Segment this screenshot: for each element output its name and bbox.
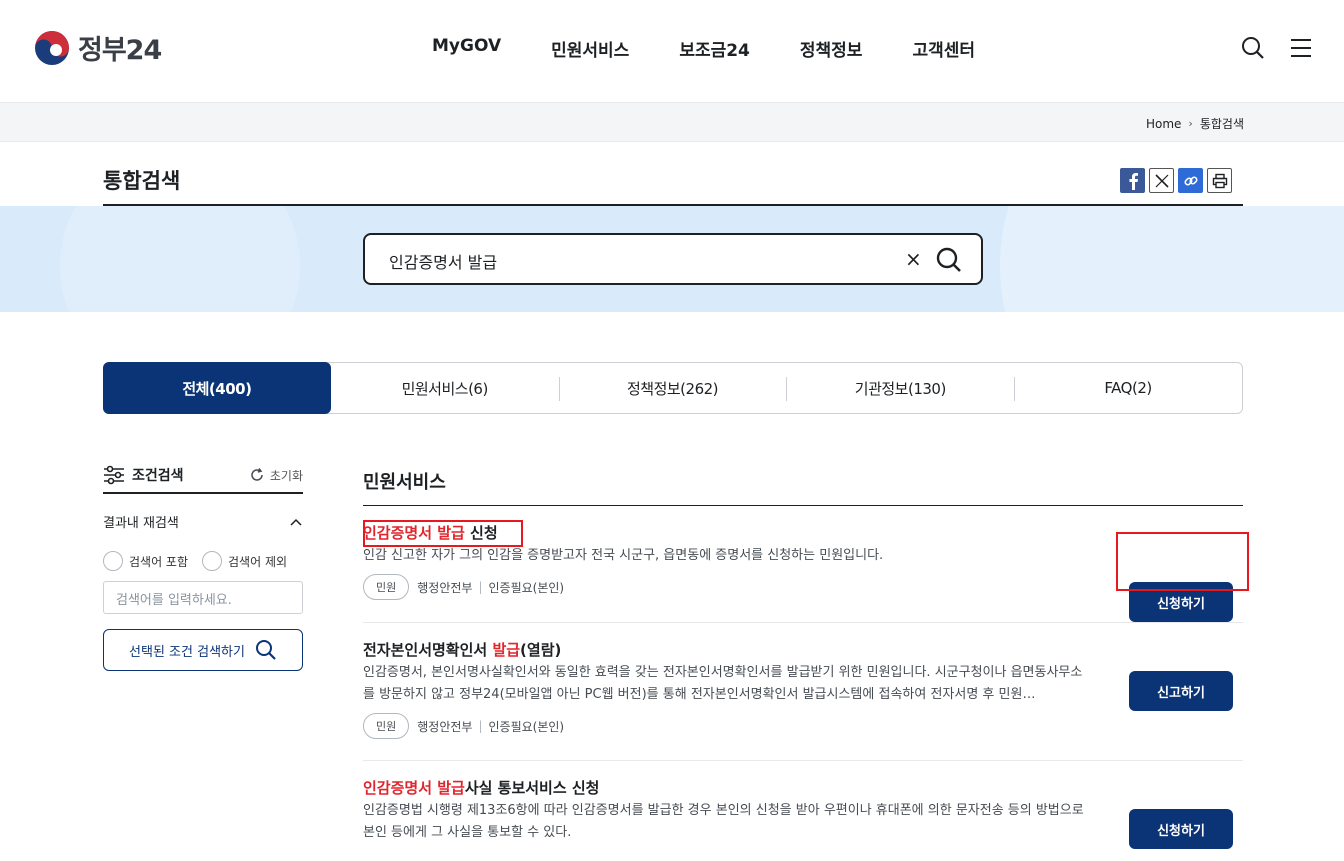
x-icon[interactable]: [1149, 168, 1174, 193]
tab-all[interactable]: 전체(400): [103, 362, 331, 414]
report-button[interactable]: 신고하기: [1129, 671, 1233, 711]
radio-circle: [103, 551, 123, 571]
filter-header: 조건검색 초기화: [103, 465, 303, 494]
result-tags: 민원 행정안전부 | 인증필요(본인): [363, 713, 1243, 739]
breadcrumb-current: 통합검색: [1199, 117, 1244, 131]
filter-title: 조건검색: [103, 465, 184, 485]
filter-panel: 조건검색 초기화 결과내 재검색 검색어 포함 검색어 제외 검색어를 입력하세…: [103, 465, 303, 671]
apply-filter-label: 선택된 조건 검색하기: [129, 644, 245, 660]
result-tags: 민원 행정안전부 | 인증필요(본인): [363, 574, 1243, 600]
decor-circle: [1000, 206, 1344, 312]
result-description: 인감 신고한 자가 그의 인감을 증명받고자 전국 시군구, 읍면동에 증명서를…: [363, 548, 884, 563]
link-icon[interactable]: [1178, 168, 1203, 193]
taegeuk-logo-icon: [34, 30, 70, 66]
result-item: 전자본인서명확인서 발급(열람) 인감증명서, 본인서명사실확인서와 동일한 효…: [363, 623, 1243, 761]
filter-title-label: 조건검색: [132, 468, 184, 484]
search-query: 인감증명서 발급: [389, 253, 498, 272]
refresh-icon: [251, 468, 263, 481]
category-badge: 민원: [363, 574, 410, 600]
highlight-box: [1116, 532, 1249, 591]
auth-requirement: 인증필요(본인): [488, 719, 565, 734]
search-button-icon[interactable]: [935, 246, 963, 274]
nav-mygov[interactable]: MyGOV: [432, 36, 501, 61]
nav-policy[interactable]: 정책정보: [800, 36, 863, 61]
section-title: 민원서비스: [363, 468, 1243, 506]
result-title-text: 사실 통보서비스 신청: [464, 779, 600, 797]
auth-requirement: 인증필요(본인): [488, 580, 565, 595]
divider: |: [478, 719, 483, 733]
page-title: 통합검색: [103, 169, 181, 193]
result-title[interactable]: 전자본인서명확인서 발급(열람): [363, 639, 1243, 660]
radio-include-label: 검색어 포함: [129, 554, 189, 569]
radio-circle: [202, 551, 223, 571]
share-tools: [1120, 168, 1232, 193]
chevron-right-icon: ›: [1188, 117, 1193, 130]
result-title-highlight: 인감증명서 발급: [363, 779, 465, 797]
result-item: 인감증명서 발급사실 통보서비스 신청 인감증명법 시행령 제13조6항에 따라…: [363, 761, 1243, 861]
org-name: 행정안전부: [417, 580, 473, 595]
result-title-text: 전자본인서명확인서: [363, 641, 493, 659]
result-title[interactable]: 인감증명서 발급사실 통보서비스 신청: [363, 777, 1243, 798]
reset-label: 초기화: [269, 468, 303, 483]
radio-exclude[interactable]: 검색어 제외: [202, 551, 287, 571]
decor-circle: [60, 206, 300, 312]
apply-filter-button[interactable]: 선택된 조건 검색하기: [103, 629, 303, 671]
highlight-box: [363, 520, 523, 547]
breadcrumb-bar: Home › 통합검색: [0, 102, 1344, 142]
apply-button[interactable]: 신청하기: [1129, 809, 1233, 849]
org-name: 행정안전부: [417, 719, 473, 734]
search-icon[interactable]: [1241, 36, 1265, 60]
menu-icon[interactable]: [1289, 36, 1313, 60]
radio-include[interactable]: 검색어 포함: [103, 551, 188, 571]
result-description: 인감증명법 시행령 제13조6항에 따라 인감증명서를 발급한 경우 본인의 신…: [363, 803, 1084, 840]
nav-civil-service[interactable]: 민원서비스: [551, 36, 629, 61]
tab-faq[interactable]: FAQ(2): [1014, 363, 1242, 413]
main-nav: MyGOV 민원서비스 보조금24 정책정보 고객센터: [432, 36, 1025, 61]
print-icon[interactable]: [1207, 168, 1232, 193]
breadcrumb: Home › 통합검색: [1146, 115, 1244, 132]
sliders-icon: [104, 465, 124, 485]
result-tabs: 전체(400) 민원서비스(6) 정책정보(262) 기관정보(130) FAQ…: [103, 362, 1243, 414]
refine-keyword-input[interactable]: 검색어를 입력하세요.: [103, 581, 303, 614]
logo[interactable]: 정부24: [34, 28, 162, 67]
result-description: 인감증명서, 본인서명사실확인서와 동일한 효력을 갖는 전자본인서명확인서를 …: [363, 665, 1083, 702]
tab-policy[interactable]: 정책정보(262): [558, 363, 787, 413]
radio-exclude-label: 검색어 제외: [228, 554, 288, 569]
header: 정부24 MyGOV 민원서비스 보조금24 정책정보 고객센터: [0, 0, 1344, 102]
facebook-icon[interactable]: [1120, 168, 1145, 193]
clear-icon[interactable]: ×: [905, 247, 922, 271]
tab-civil-service[interactable]: 민원서비스(6): [331, 363, 559, 413]
reset-button[interactable]: 초기화: [249, 467, 303, 484]
refine-search-label: 결과내 재검색: [103, 516, 179, 531]
keyword-options: 검색어 포함 검색어 제외: [103, 551, 303, 571]
tab-institution[interactable]: 기관정보(130): [786, 363, 1014, 413]
breadcrumb-home[interactable]: Home: [1146, 117, 1181, 131]
result-title-highlight: 발급: [492, 641, 521, 659]
logo-text: 정부24: [78, 35, 162, 66]
nav-customer-center[interactable]: 고객센터: [912, 36, 975, 61]
refine-search-header[interactable]: 결과내 재검색: [103, 512, 303, 531]
result-title-text: (열람): [520, 641, 562, 659]
search-input[interactable]: 인감증명서 발급 ×: [363, 233, 983, 285]
divider: |: [478, 580, 483, 594]
chevron-up-icon: [290, 518, 302, 526]
category-badge: 민원: [363, 713, 410, 739]
search-icon: [255, 640, 276, 660]
nav-subsidy[interactable]: 보조금24: [679, 36, 750, 61]
